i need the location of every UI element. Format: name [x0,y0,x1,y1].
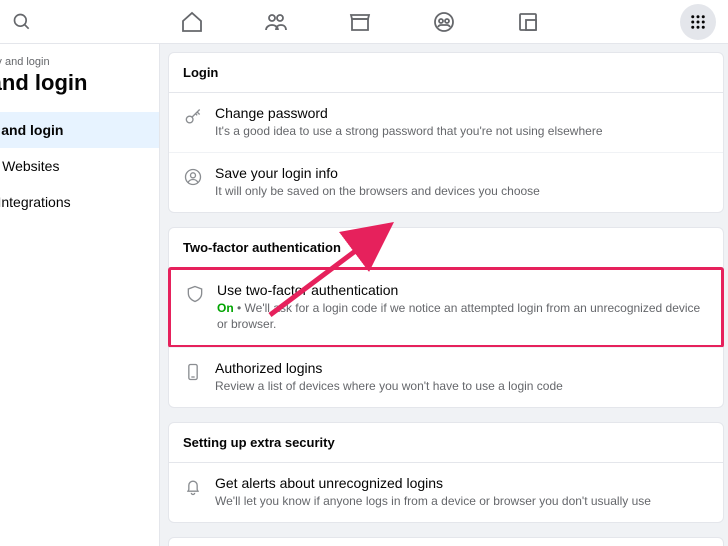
section-two-factor: Two-factor authentication Use two-factor… [168,227,724,408]
section-header: Two-factor authentication [169,228,723,268]
row-save-login-info[interactable]: Save your login info It will only be sav… [169,152,723,212]
groups-icon[interactable] [432,10,456,34]
row-use-two-factor[interactable]: Use two-factor authentication On • We'll… [168,267,724,349]
home-icon[interactable] [180,10,204,34]
row-desc: It's a good idea to use a strong passwor… [215,123,709,140]
row-title: Get alerts about unrecognized logins [215,475,709,491]
row-desc: On • We'll ask for a login code if we no… [217,300,707,334]
section-advanced: Advanced Encrypted notification emails A… [168,537,724,546]
bell-icon [183,477,203,497]
sidebar-item-security-login[interactable]: urity and login [0,112,159,148]
gaming-icon[interactable] [516,10,540,34]
row-change-password[interactable]: Change password It's a good idea to use … [169,93,723,152]
section-header: Advanced [169,538,723,546]
row-desc: We'll let you know if anyone logs in fro… [215,493,709,510]
section-login: Login Change password It's a good idea t… [168,52,724,213]
phone-icon [183,362,203,382]
row-desc: It will only be saved on the browsers an… [215,183,709,200]
row-desc: Review a list of devices where you won't… [215,378,709,395]
menu-grid-button[interactable] [680,4,716,40]
key-icon [183,107,203,127]
section-extra-security: Setting up extra security Get alerts abo… [168,422,724,523]
row-title: Change password [215,105,709,121]
status-on: On [217,301,234,315]
row-title: Use two-factor authentication [217,282,707,298]
row-authorized-logins[interactable]: Authorized logins Review a list of devic… [169,347,723,407]
breadcrumb: security and login [0,56,159,70]
top-nav [0,0,728,44]
row-login-alerts[interactable]: Get alerts about unrecognized logins We'… [169,463,723,522]
marketplace-icon[interactable] [348,10,372,34]
page-title: ty and login [0,70,159,112]
main-content: Login Change password It's a good idea t… [160,44,728,546]
search-icon[interactable] [12,12,32,32]
sidebar-item-apps-websites[interactable]: s and Websites [0,148,159,184]
section-header: Setting up extra security [169,423,723,463]
row-title: Authorized logins [215,360,709,376]
settings-sidebar: security and login ty and login urity an… [0,44,160,546]
sidebar-item-business-integrations[interactable]: ness Integrations [0,184,159,220]
user-circle-icon [183,167,203,187]
shield-icon [185,284,205,304]
section-header: Login [169,53,723,93]
friends-icon[interactable] [264,10,288,34]
row-title: Save your login info [215,165,709,181]
